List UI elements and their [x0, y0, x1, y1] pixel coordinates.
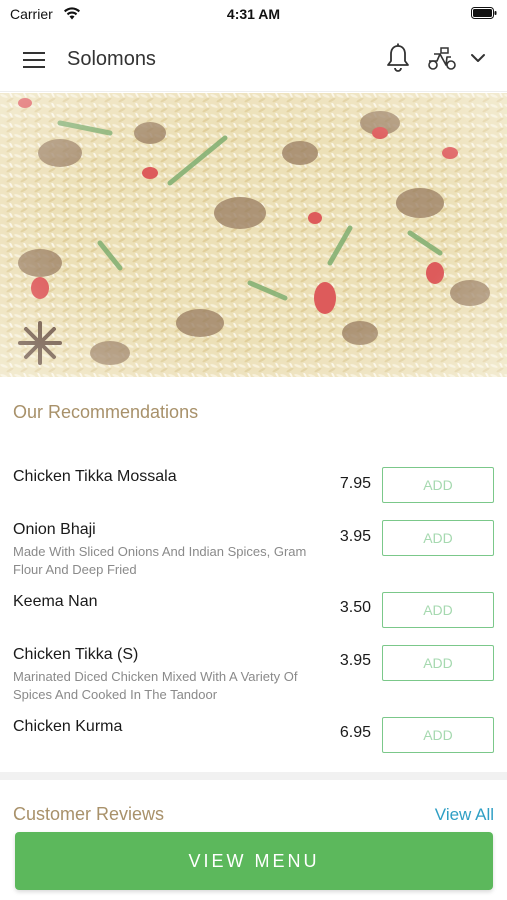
menu-item-price: 3.95 — [339, 652, 371, 669]
reviews-title: Customer Reviews — [13, 804, 165, 824]
menu-item-price: 6.95 — [339, 724, 371, 741]
recommendations-title: Our Recommendations — [13, 402, 199, 422]
clock-time: 4:31 AM — [226, 6, 281, 22]
add-button[interactable]: ADD — [382, 520, 494, 556]
nav-bar: Solomons — [0, 28, 507, 92]
menu-item-name: Onion Bhaji — [13, 521, 96, 538]
status-bar: Carrier 4:31 AM — [0, 0, 507, 28]
menu-item-name: Chicken Tikka Mossala — [13, 468, 177, 485]
view-all-link[interactable]: View All — [435, 805, 494, 825]
menu-item-description: Marinated Diced Chicken Mixed With A Var… — [13, 669, 298, 702]
menu-icon[interactable] — [20, 48, 48, 72]
add-button[interactable]: ADD — [382, 717, 494, 753]
menu-item-price: 7.95 — [339, 475, 371, 492]
bell-icon[interactable] — [384, 42, 412, 74]
add-button[interactable]: ADD — [382, 467, 494, 503]
add-button[interactable]: ADD — [382, 645, 494, 681]
view-menu-button[interactable]: VIEW MENU — [15, 832, 493, 890]
restaurant-title: Solomons — [67, 48, 156, 70]
menu-item-description: Made With Sliced Onions And Indian Spice… — [13, 544, 307, 577]
section-divider — [0, 772, 507, 780]
scooter-icon[interactable] — [426, 45, 458, 71]
menu-item-name: Chicken Tikka (S) — [13, 646, 139, 663]
menu-item-price: 3.95 — [339, 528, 371, 545]
menu-item-name: Chicken Kurma — [13, 718, 123, 735]
menu-item-price: 3.50 — [339, 599, 371, 616]
add-button[interactable]: ADD — [382, 592, 494, 628]
chevron-down-icon[interactable] — [468, 50, 488, 66]
menu-item-name: Keema Nan — [13, 593, 98, 610]
battery-icon — [471, 7, 497, 19]
hero-food-image — [0, 93, 507, 377]
